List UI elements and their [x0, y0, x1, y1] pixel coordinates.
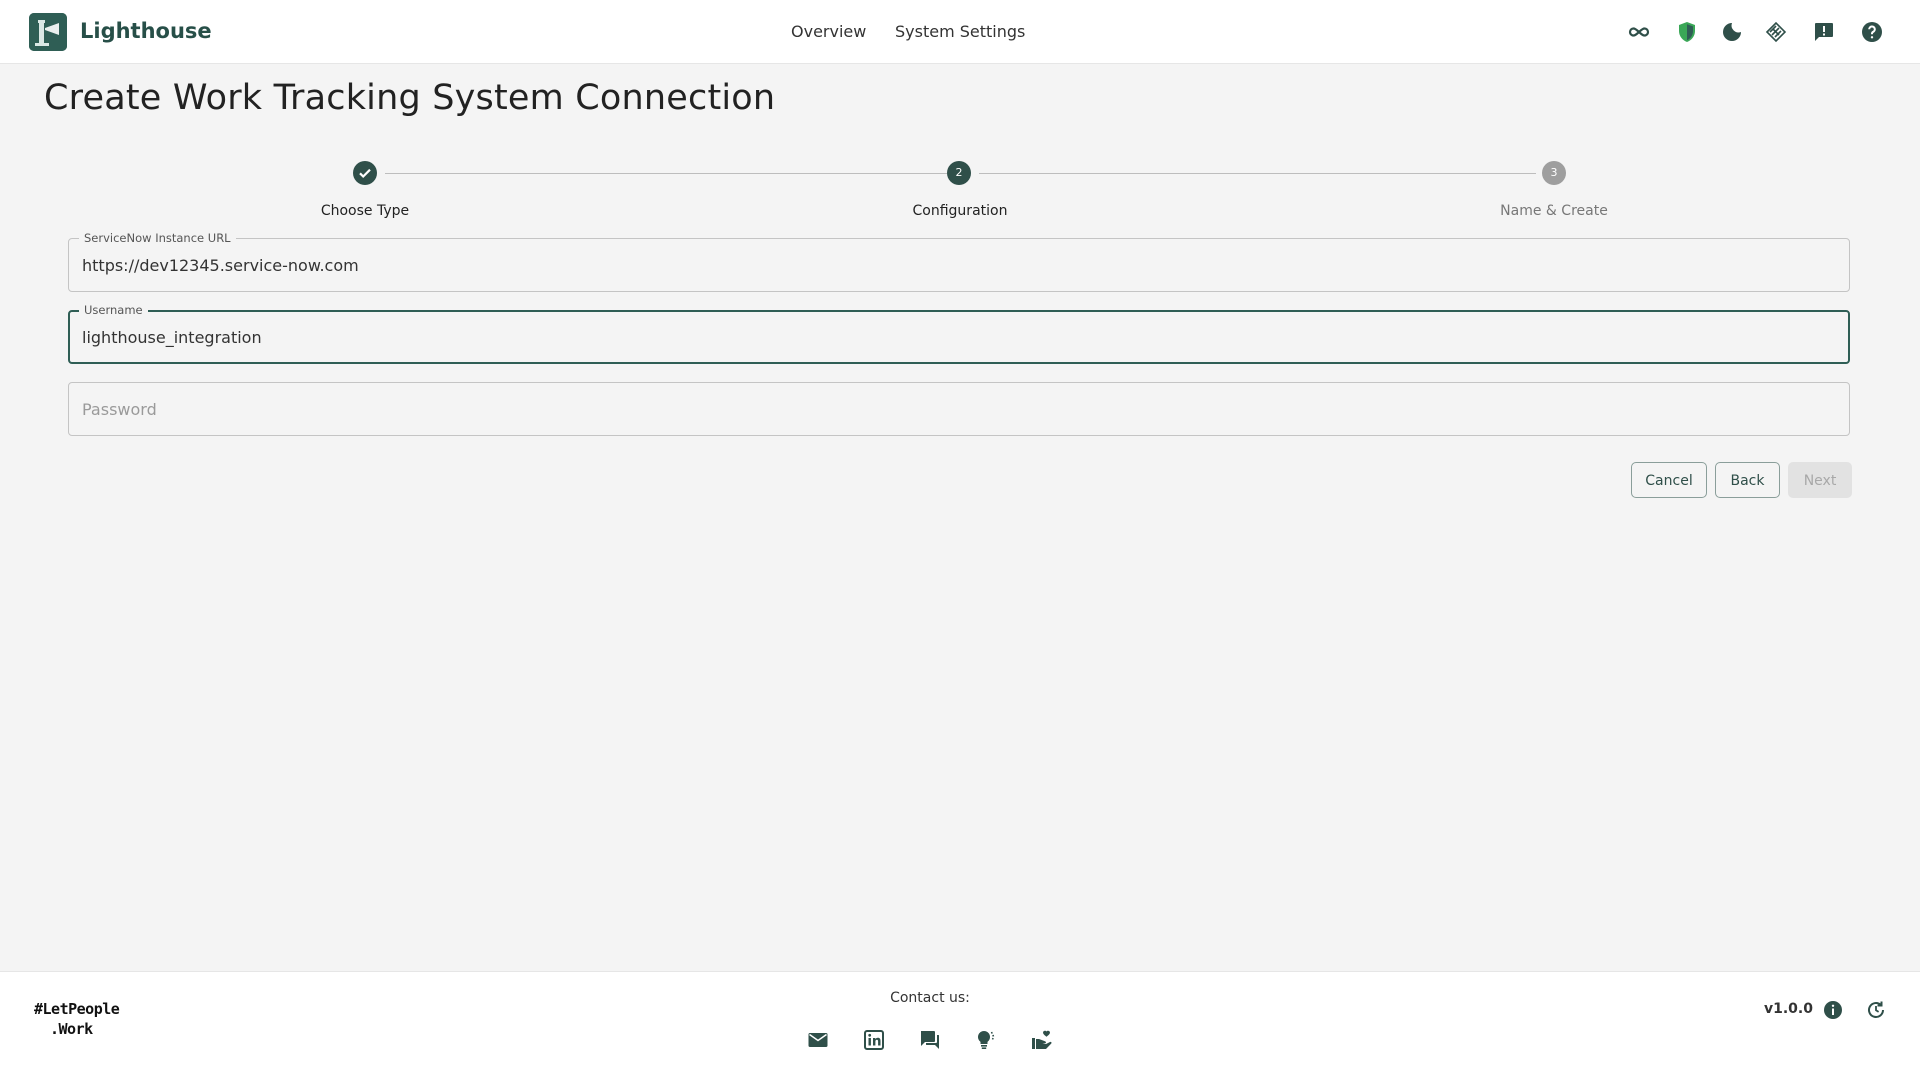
- nav-system-settings[interactable]: System Settings: [895, 22, 1025, 41]
- version-label: v1.0.0: [1764, 1001, 1813, 1017]
- nav-overview[interactable]: Overview: [791, 22, 866, 41]
- username-value[interactable]: lighthouse_integration: [82, 328, 262, 347]
- footer: #LetPeople .Work Contact us: v1.0.0: [0, 971, 1920, 1081]
- password-placeholder[interactable]: Password: [82, 400, 157, 419]
- next-button[interactable]: Next: [1788, 462, 1852, 498]
- integration-icon[interactable]: [1764, 20, 1788, 44]
- step-number-pending: 3: [1542, 161, 1566, 185]
- step-number-active: 2: [947, 161, 971, 185]
- cancel-button[interactable]: Cancel: [1631, 462, 1707, 498]
- linkedin-icon[interactable]: [862, 1028, 886, 1052]
- page-title: Create Work Tracking System Connection: [44, 78, 776, 118]
- info-icon[interactable]: [1821, 998, 1845, 1022]
- servicenow-url-value[interactable]: https://dev12345.service-now.com: [82, 256, 359, 275]
- shield-icon[interactable]: [1675, 20, 1699, 44]
- top-app-bar: Lighthouse Overview System Settings: [0, 0, 1920, 64]
- username-label: Username: [79, 303, 148, 317]
- back-button[interactable]: Back: [1715, 462, 1780, 498]
- step-label-configuration: Configuration: [912, 203, 1008, 219]
- app-brand-name[interactable]: Lighthouse: [80, 19, 212, 43]
- idea-icon[interactable]: [974, 1028, 998, 1052]
- feedback-icon[interactable]: [1812, 20, 1836, 44]
- step-label-choose-type: Choose Type: [320, 203, 410, 219]
- help-icon[interactable]: [1860, 20, 1884, 44]
- support-icon[interactable]: [1030, 1028, 1054, 1052]
- update-check-icon[interactable]: [1864, 998, 1888, 1022]
- step-completed-check-icon: [353, 161, 377, 185]
- email-icon[interactable]: [806, 1028, 830, 1052]
- servicenow-url-field[interactable]: ServiceNow Instance URL https://dev12345…: [68, 231, 1850, 292]
- stepper-connector: [385, 173, 947, 174]
- dark-mode-icon[interactable]: [1720, 20, 1744, 44]
- chat-icon[interactable]: [918, 1028, 942, 1052]
- contact-us-label: Contact us:: [890, 990, 970, 1006]
- stepper-connector: [979, 173, 1536, 174]
- step-label-name-create: Name & Create: [1500, 203, 1608, 219]
- lighthouse-logo[interactable]: [29, 13, 67, 51]
- tagline-line-2: .Work: [50, 1020, 93, 1038]
- infinity-icon[interactable]: [1627, 20, 1651, 44]
- username-field[interactable]: Username lighthouse_integration: [68, 303, 1850, 364]
- password-field[interactable]: Password: [68, 382, 1850, 436]
- servicenow-url-label: ServiceNow Instance URL: [79, 231, 236, 245]
